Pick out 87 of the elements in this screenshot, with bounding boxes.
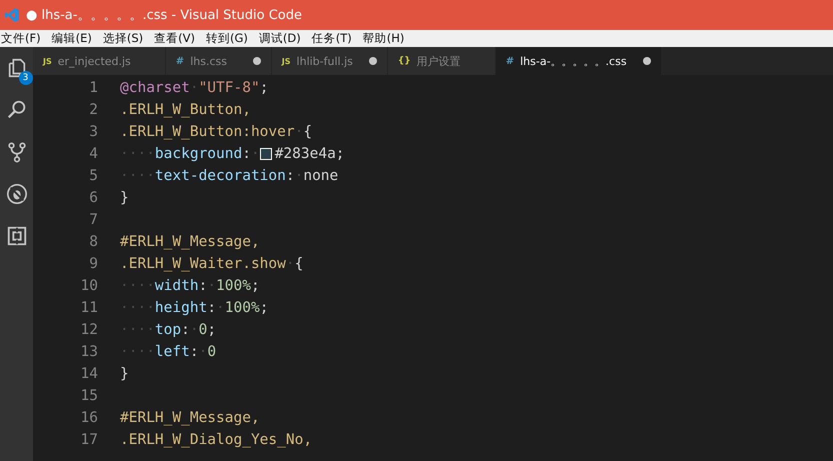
code-token: ·: [190, 80, 199, 96]
line-number: 4: [88, 146, 98, 162]
code-token: left: [154, 344, 190, 360]
code-editor-logo-icon: [4, 7, 20, 23]
code-token: @charset: [120, 80, 190, 96]
menu-item[interactable]: 帮助(H): [362, 31, 404, 46]
line-number: 8: [88, 234, 98, 250]
menu-item[interactable]: 查看(V): [154, 31, 195, 46]
line-number: 11: [80, 300, 98, 316]
code-token: ·: [216, 300, 225, 316]
editor-tab[interactable]: JS lhlib-full.js: [272, 47, 388, 75]
code-token: ;: [260, 300, 268, 316]
code-token: {: [294, 256, 304, 272]
line-number: 15: [80, 388, 98, 404]
code-token: :: [198, 278, 208, 294]
line-number: 9: [88, 256, 98, 272]
code-token: ····: [120, 322, 155, 338]
editor-tab[interactable]: {} 用户设置: [388, 47, 496, 75]
extensions-icon[interactable]: [6, 225, 28, 247]
line-number: 7: [88, 212, 98, 228]
code-token: top: [154, 322, 182, 338]
code-token: ····: [120, 278, 155, 294]
code-token: ·: [250, 146, 260, 162]
code-token: 0: [198, 322, 208, 338]
code-token: ·: [294, 168, 304, 184]
code-token: width: [154, 278, 199, 294]
code-token: ·: [198, 344, 208, 360]
menu-item[interactable]: 编辑(E): [52, 31, 92, 46]
code-token: ·: [190, 322, 199, 338]
window-title: ● lhs-a-。。。。。.css - Visual Studio Code: [26, 7, 302, 24]
line-number: 12: [80, 322, 98, 338]
code-token: ····: [120, 344, 155, 360]
code-token: 100%: [224, 300, 260, 316]
code-token: ;: [250, 278, 260, 294]
code-token: "UTF-8": [198, 80, 260, 96]
code-token: 0: [207, 344, 216, 360]
code-token: background: [154, 146, 242, 162]
line-number: 16: [80, 410, 98, 426]
code-token: none: [303, 168, 338, 184]
search-icon[interactable]: [6, 99, 28, 121]
editor-tab[interactable]: # lhs.css: [166, 47, 272, 75]
line-number: 3: [88, 124, 98, 140]
line-number: 14: [80, 366, 98, 382]
code-token: {: [303, 124, 312, 140]
code-token: .ERLH_W_Button,: [120, 102, 251, 118]
bug-slash-icon[interactable]: [6, 183, 28, 205]
menu-item[interactable]: 转到(G): [206, 31, 248, 46]
code-token: ;: [207, 322, 216, 338]
code-token: :: [286, 168, 295, 184]
code-token: ·: [286, 256, 295, 272]
code-token: ;: [260, 80, 268, 96]
menu-item[interactable]: 选择(S): [102, 31, 144, 46]
notification-badge: 3: [18, 71, 32, 85]
code-token: .ERLH_W_Dialog_Yes_No,: [120, 432, 312, 448]
line-number: 1: [88, 80, 98, 96]
menu-item[interactable]: 文件(F): [1, 31, 41, 46]
branch-icon[interactable]: [6, 141, 28, 163]
menu-item[interactable]: 任务(T): [312, 31, 352, 46]
line-number: 10: [80, 278, 98, 294]
code-token: }: [120, 190, 129, 206]
code-token: #283e4a;: [274, 146, 345, 162]
code-token: ·: [294, 124, 304, 140]
code-token: #ERLH_W_Message,: [120, 234, 260, 250]
line-number: 2: [88, 102, 98, 118]
editor-tab[interactable]: JS er_injected.js: [33, 47, 166, 75]
code-token: ····: [120, 146, 155, 162]
code-token: :: [242, 146, 251, 162]
line-number: 5: [88, 168, 98, 184]
code-token: #ERLH_W_Message,: [120, 410, 260, 426]
code-token: ·: [207, 278, 216, 294]
code-token: :: [181, 322, 190, 338]
code-token: :: [190, 344, 199, 360]
code-token: ····: [120, 168, 155, 184]
code-token: 100%: [216, 278, 251, 294]
color-swatch[interactable]: [260, 148, 272, 160]
line-number: 13: [80, 344, 98, 360]
code-token: }: [120, 366, 129, 382]
code-token: text-decoration: [154, 168, 286, 184]
code-token: :: [207, 300, 216, 316]
line-number: 6: [88, 190, 98, 206]
code-token: ····: [120, 300, 155, 316]
code-token: .ERLH_W_Waiter.show: [120, 256, 286, 272]
code-token: height: [154, 300, 208, 316]
editor-tab[interactable]: # lhs-a-。。。。。.css: [496, 47, 662, 75]
line-number: 17: [80, 432, 98, 448]
code-token: .ERLH_W_Button:hover: [120, 124, 295, 140]
menu-item[interactable]: 调试(D): [258, 31, 301, 46]
